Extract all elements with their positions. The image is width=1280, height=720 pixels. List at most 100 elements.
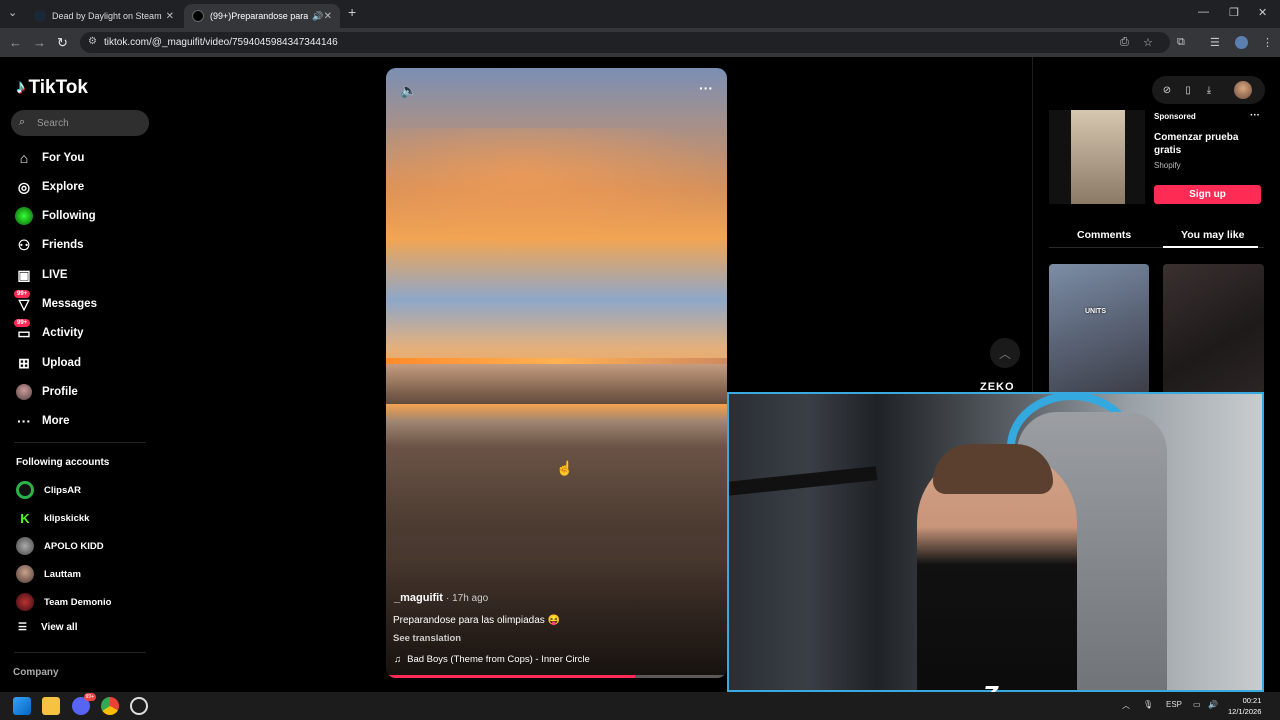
ad-more-icon[interactable]: ··· (1250, 110, 1260, 121)
thumbnail-text: UNITS (1085, 308, 1106, 315)
see-translation-link[interactable]: See translation (393, 633, 461, 644)
music-title: Bad Boys (Theme from Cops) - Inner Circl… (407, 654, 590, 665)
nav-label: Following (42, 210, 96, 222)
nav-label: LIVE (42, 269, 68, 281)
tab-close-icon[interactable]: ✕ (166, 11, 174, 22)
nav-friends[interactable]: ⚇ Friends (14, 234, 84, 256)
account-avatar (16, 593, 34, 611)
network-icon[interactable]: ▭ (1193, 700, 1201, 709)
company-link[interactable]: Company (13, 667, 59, 678)
search-input[interactable] (37, 114, 141, 132)
back-icon[interactable]: ← (9, 35, 22, 50)
minimize-icon[interactable]: — (1198, 6, 1209, 18)
volume-icon[interactable]: 🔈 (400, 82, 417, 99)
account-avatar (16, 481, 34, 499)
extensions-icon[interactable]: ⧉ (1177, 36, 1185, 49)
divider (14, 652, 146, 653)
nav-label: Upload (42, 357, 81, 369)
nav-for-you[interactable]: ⌂ For You (14, 147, 85, 169)
restore-icon[interactable]: ❐ (1229, 6, 1239, 19)
tab-audio-icon[interactable]: 🔊 (312, 11, 323, 22)
reload-icon[interactable]: ↻ (57, 35, 68, 51)
nav-label: More (42, 415, 70, 427)
browser-toolbar: ← → ↻ ⚙ tiktok.com/@_maguifit/video/7594… (0, 28, 1280, 57)
system-clock[interactable]: 00:21 12/1/2026 (1228, 695, 1261, 717)
new-tab-icon[interactable]: + (348, 4, 356, 20)
view-all-link[interactable]: ☰ View all (18, 622, 77, 633)
search-box[interactable]: ⌕ (11, 110, 149, 136)
recommended-video-thumbnail[interactable]: UNITS (1049, 264, 1149, 394)
profile-avatar-icon[interactable] (1235, 36, 1248, 49)
window-close-icon[interactable]: ✕ (1258, 6, 1267, 19)
tab-close-icon[interactable]: ✕ (324, 11, 332, 22)
activity-icon: ▭ 99+ (14, 319, 34, 343)
nav-label: For You (42, 152, 85, 164)
download-icon[interactable]: ⤓ (1200, 81, 1218, 99)
account-item[interactable]: APOLO KIDD (16, 536, 104, 556)
chrome-menu-icon[interactable]: ⋮ (1262, 36, 1273, 49)
video-author[interactable]: _maguifit · 17h ago (394, 592, 488, 604)
url-text: tiktok.com/@_maguifit/video/759404598434… (104, 37, 338, 48)
chrome-icon[interactable] (101, 697, 119, 715)
tab-comments[interactable]: Comments (1077, 229, 1131, 241)
volume-tray-icon[interactable]: 🔊 (1208, 700, 1218, 709)
nav-upload[interactable]: ⊞ Upload (14, 352, 81, 374)
ad-title[interactable]: Comenzar prueba gratis (1154, 131, 1254, 157)
ad-image[interactable] (1071, 110, 1125, 204)
sign-up-button[interactable]: Sign up (1154, 185, 1261, 204)
nav-more[interactable]: ··· More (14, 410, 69, 432)
nav-messages[interactable]: ▽ 99+ Messages (14, 290, 97, 315)
account-item[interactable]: ClipsAR (16, 480, 81, 500)
account-name: Team Demonio (44, 596, 112, 608)
tray-expand-icon[interactable]: ︿ (1122, 700, 1130, 711)
account-item[interactable]: Lauttam (16, 564, 81, 584)
tab-search-icon[interactable]: ⌄ (8, 6, 17, 19)
bookmark-star-icon[interactable]: ☆ (1143, 36, 1153, 49)
tab-you-may-like[interactable]: You may like (1181, 229, 1244, 241)
video-progress-bar[interactable] (386, 675, 727, 678)
nav-profile[interactable]: Profile (14, 381, 78, 403)
site-info-icon[interactable]: ⚙ (88, 36, 97, 47)
tab-steam[interactable]: Dead by Daylight on Steam ✕ (26, 4, 182, 28)
install-app-icon[interactable]: ⎙ (1120, 36, 1129, 49)
account-item[interactable]: Team Demonio (16, 592, 111, 612)
following-avatar-icon (14, 206, 34, 226)
video-description: Preparandose para las olimpiadas 😝 (393, 615, 560, 626)
obs-icon[interactable] (130, 697, 148, 715)
recommended-video-thumbnail[interactable] (1163, 264, 1264, 394)
video-frame (386, 364, 727, 404)
phone-icon[interactable]: ▯ (1179, 81, 1197, 99)
file-explorer-icon[interactable] (42, 697, 60, 715)
tiktok-logo[interactable]: ♪ TikTok (16, 77, 88, 99)
tab-tiktok[interactable]: (99+)Preparandose para las 🔊 ✕ (184, 4, 340, 28)
account-item[interactable]: K klipskickk (16, 508, 89, 528)
video-more-icon[interactable]: ··· (699, 80, 713, 96)
more-icon: ··· (17, 413, 31, 429)
messages-icon: ▽ 99+ (14, 290, 34, 314)
address-bar[interactable]: ⚙ tiktok.com/@_maguifit/video/7594045984… (80, 32, 1170, 53)
windows-start-icon[interactable] (13, 697, 31, 715)
divider (14, 442, 146, 443)
author-name[interactable]: _maguifit (394, 592, 443, 604)
view-all-label: View all (40, 622, 78, 633)
post-time: · 17h ago (445, 593, 489, 604)
nav-following[interactable]: Following (14, 205, 96, 227)
microphone-icon[interactable]: 🎙 (1143, 700, 1153, 709)
tab-title: Dead by Daylight on Steam (52, 11, 162, 21)
video-music[interactable]: ♫ Bad Boys (Theme from Cops) - Inner Cir… (394, 654, 590, 665)
coin-icon[interactable]: ⊘ (1158, 81, 1176, 99)
forward-icon[interactable]: → (33, 35, 46, 50)
user-avatar[interactable] (1234, 81, 1252, 99)
clock-date: 12/1/2026 (1228, 707, 1262, 716)
discord-icon[interactable]: 99+ (72, 693, 96, 715)
nav-activity[interactable]: ▭ 99+ Activity (14, 319, 84, 344)
language-indicator[interactable]: ESP (1166, 700, 1182, 709)
scroll-up-button[interactable]: ︿ (990, 338, 1020, 368)
media-control-icon[interactable]: ☰ (1210, 36, 1220, 49)
nav-explore[interactable]: ◎ Explore (14, 176, 84, 198)
live-icon: ▣ (17, 266, 31, 283)
video-player[interactable]: 🔈 ··· _maguifit · 17h ago Preparandose p… (386, 68, 727, 678)
nav-live[interactable]: ▣ LIVE (14, 264, 68, 286)
following-accounts-title: Following accounts (16, 457, 110, 468)
microphone-arm (727, 466, 878, 496)
